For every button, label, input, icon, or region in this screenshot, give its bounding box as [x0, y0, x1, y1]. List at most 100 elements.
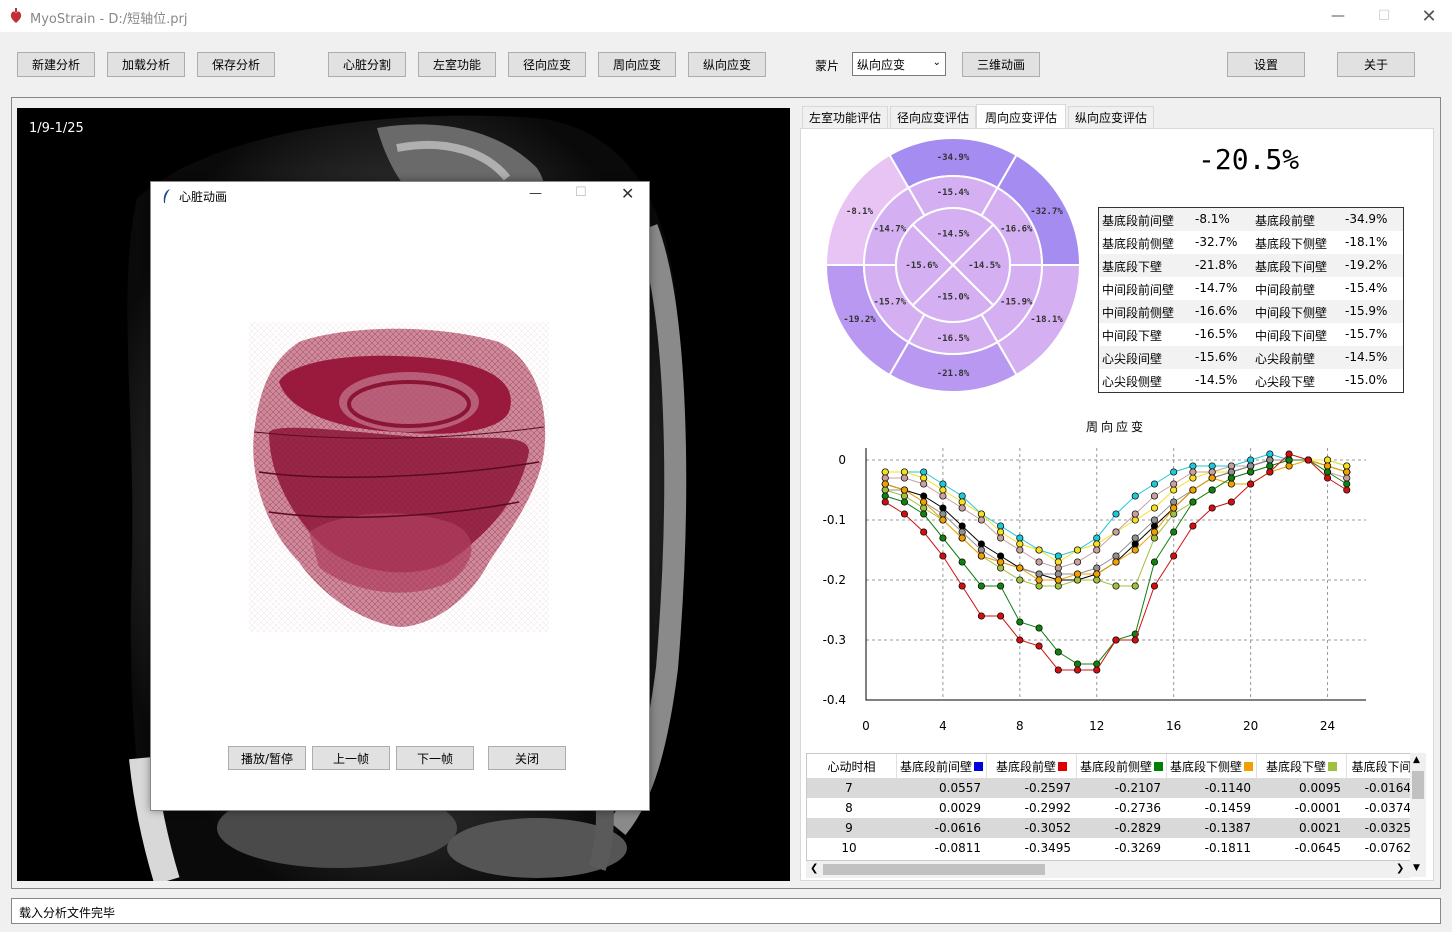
circumferential-strain-button[interactable]: 周向应变: [598, 52, 676, 77]
table-row[interactable]: 9 -0.0616 -0.3052 -0.2829 -0.1387 0.0021 -0.03…: [807, 818, 1411, 838]
load-analysis-button[interactable]: 加载分析: [107, 52, 185, 77]
series-point-0: [920, 468, 928, 476]
grid-horizontal-scrollbar[interactable]: ❮ ❯: [806, 861, 1410, 878]
scroll-down-icon[interactable]: ▼: [1413, 863, 1420, 873]
y-tick-label: -0.3: [823, 633, 846, 647]
segment-row: 基底段前侧壁 -32.7% 基底段下侧壁 -18.1%: [1099, 231, 1403, 254]
segment-value: -15.6%: [1195, 350, 1238, 364]
table-row[interactable]: 8 0.0029 -0.2992 -0.2736 -0.1459 -0.0001 -0.03…: [807, 798, 1411, 818]
bullseye-label-outer-1: -32.7%: [1030, 207, 1063, 217]
previous-frame-button[interactable]: 上一帧: [312, 746, 390, 770]
segment-value: -15.4%: [1345, 281, 1388, 295]
scroll-left-icon[interactable]: ❮: [810, 863, 818, 874]
tab-lv-function[interactable]: 左室功能评估: [802, 106, 888, 128]
scroll-right-icon[interactable]: ❯: [1396, 863, 1404, 874]
save-analysis-button[interactable]: 保存分析: [197, 52, 275, 77]
series-point-2: [1208, 468, 1216, 476]
mask-select[interactable]: 纵向应变 ⌄: [852, 52, 946, 76]
settings-button[interactable]: 设置: [1227, 52, 1305, 77]
tab-circumferential-strain[interactable]: 周向应变评估: [976, 104, 1066, 129]
next-frame-button[interactable]: 下一帧: [396, 746, 474, 770]
series-point-8: [1323, 474, 1332, 482]
vertical-scroll-thumb[interactable]: [1412, 771, 1424, 799]
grid-vertical-scrollbar[interactable]: ▲ ▼: [1410, 753, 1426, 877]
segment-value: -16.5%: [1195, 327, 1238, 341]
grid-header[interactable]: 基底段前壁: [987, 754, 1077, 778]
bullseye-label-middle-1: -16.6%: [1000, 225, 1033, 235]
scroll-up-icon[interactable]: ▲: [1413, 755, 1420, 765]
3d-animation-button[interactable]: 三维动画: [962, 52, 1040, 77]
series-point-0: [1093, 534, 1101, 542]
about-button[interactable]: 关于: [1337, 52, 1415, 77]
series-point-8: [1247, 480, 1255, 488]
series-point-8: [997, 612, 1005, 620]
segment-value: -15.0%: [1345, 373, 1388, 387]
minimize-button[interactable]: —: [1315, 0, 1361, 32]
phase-cell: 8: [845, 801, 853, 815]
series-point-2: [1343, 474, 1351, 482]
play-pause-button[interactable]: 播放/暂停: [228, 746, 306, 770]
bullseye-label-outer-0: -34.9%: [937, 153, 970, 163]
series-point-8: [1285, 450, 1293, 458]
popup-close-button[interactable]: 关闭: [488, 746, 566, 770]
series-point-8: [1073, 666, 1082, 674]
series-point-8: [1016, 636, 1024, 644]
segment-name: 心尖段下壁: [1255, 375, 1316, 389]
mask-select-value: 纵向应变: [857, 58, 906, 72]
table-row[interactable]: 10 -0.0811 -0.3495 -0.3269 -0.1811 -0.0645 -0.…: [807, 838, 1411, 858]
series-point-7: [939, 534, 947, 542]
series-point-6: [1112, 558, 1120, 566]
series-point-1: [939, 486, 947, 494]
series-point-1: [1170, 486, 1178, 494]
series-point-7: [920, 510, 928, 518]
series-point-6: [1227, 480, 1235, 488]
window-title: MyoStrain - D:/短轴位.prj: [30, 12, 188, 27]
series-point-8: [1150, 582, 1159, 590]
segment-name: 基底段前侧壁: [1102, 237, 1175, 251]
grid-header[interactable]: 心动时相: [807, 754, 897, 778]
segment-strain-table: 基底段前间壁 -8.1% 基底段前壁 -34.9% 基底段前侧壁 -32.7% 基底段下侧壁…: [1098, 207, 1404, 393]
segment-name: 中间段下壁: [1102, 329, 1163, 343]
grid-header[interactable]: 基底段下间: [1347, 754, 1411, 778]
series-point-5: [1054, 582, 1062, 590]
popup-close-icon[interactable]: ✕: [621, 184, 634, 203]
grid-header[interactable]: 基底段前侧壁: [1077, 754, 1167, 778]
popup-minimize-button[interactable]: —: [529, 186, 542, 201]
grid-header[interactable]: 基底段前间壁: [897, 754, 987, 778]
heart-segmentation-button[interactable]: 心脏分割: [328, 52, 406, 77]
chevron-down-icon: ⌄: [932, 57, 941, 68]
mask-label: 蒙片: [815, 59, 840, 73]
y-tick-label: 0: [838, 453, 846, 467]
radial-strain-button[interactable]: 径向应变: [508, 52, 586, 77]
feather-icon: [163, 189, 170, 203]
series-point-7: [1343, 480, 1351, 488]
longitudinal-strain-button[interactable]: 纵向应变: [688, 52, 766, 77]
series-point-8: [939, 552, 947, 560]
horizontal-scroll-thumb[interactable]: [823, 864, 1045, 875]
series-point-0: [1112, 510, 1120, 518]
strain-cell: -0.3052: [1024, 821, 1071, 835]
strain-cell: 0.0095: [1299, 781, 1341, 795]
bullseye-label-outer-4: -19.2%: [843, 315, 876, 325]
series-point-0: [958, 492, 966, 500]
popup-maximize-button[interactable]: ☐: [575, 185, 587, 200]
lv-function-button[interactable]: 左室功能: [418, 52, 496, 77]
bullseye-plot: -34.9% -32.7% -18.1% -21.8% -19.2% -8.1% -15.4…: [826, 138, 1080, 392]
grid-header[interactable]: 基底段下壁: [1257, 754, 1347, 778]
tab-longitudinal-strain[interactable]: 纵向应变评估: [1068, 106, 1154, 128]
table-row[interactable]: 7 0.0557 -0.2597 -0.2107 -0.1140 0.0095 -0.016…: [807, 778, 1411, 798]
segment-name: 心尖段侧壁: [1102, 375, 1163, 389]
new-analysis-button[interactable]: 新建分析: [17, 52, 95, 77]
close-window-button[interactable]: ✕: [1406, 0, 1452, 32]
series-color-swatch: [1328, 761, 1337, 771]
maximize-button[interactable]: ☐: [1361, 0, 1407, 32]
series-point-4: [1227, 468, 1235, 476]
tab-radial-strain[interactable]: 径向应变评估: [890, 106, 976, 128]
series-point-2: [1131, 510, 1139, 518]
series-point-7: [1035, 624, 1043, 632]
series-point-4: [1112, 552, 1120, 560]
strain-cell: -0.1811: [1204, 841, 1251, 855]
series-point-1: [997, 528, 1005, 536]
grid-header[interactable]: 基底段下侧壁: [1167, 754, 1257, 778]
series-point-6: [1150, 528, 1159, 536]
